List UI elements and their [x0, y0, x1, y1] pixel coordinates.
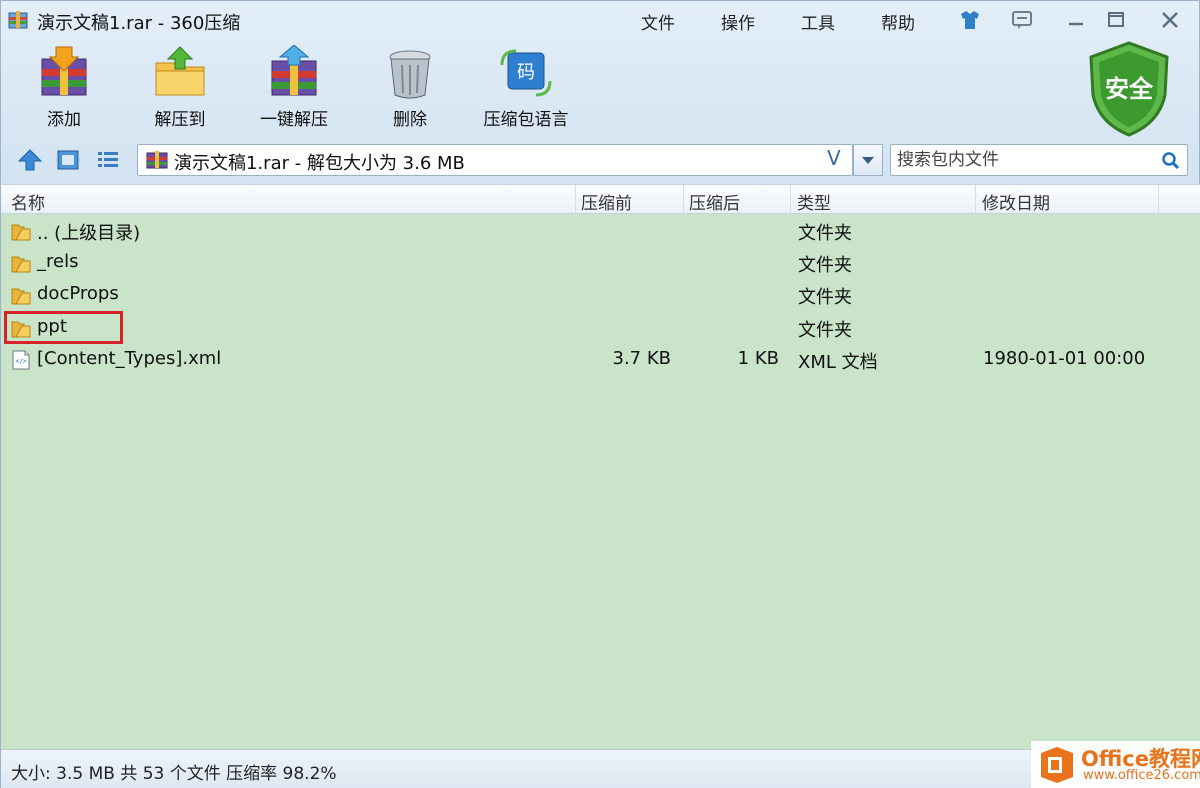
folder-icon: [11, 224, 31, 241]
list-view-icon[interactable]: [95, 147, 121, 173]
close-icon[interactable]: [1153, 7, 1187, 33]
delete-trash-icon: [389, 50, 431, 99]
item-type: 文件夹: [798, 223, 852, 244]
address-bar[interactable]: 演示文稿1.rar - 解包大小为 3.6 MB: [137, 144, 853, 176]
archive-language-icon: 码: [500, 49, 552, 97]
column-divider[interactable]: [683, 185, 684, 213]
column-header-before[interactable]: 压缩前: [581, 189, 632, 214]
search-box[interactable]: [890, 144, 1188, 176]
status-text: 大小: 3.5 MB 共 53 个文件 压缩率 98.2%: [11, 764, 337, 784]
chevron-down-icon: [862, 157, 874, 164]
list-header: 名称 压缩前 压缩后 类型 修改日期: [1, 184, 1200, 214]
extract-to-label: 解压到: [154, 110, 206, 130]
column-header-name[interactable]: 名称: [11, 189, 45, 214]
watermark: Office教程网 www.office26.com: [1031, 741, 1200, 788]
item-date: 1980-01-01 00:00: [983, 348, 1146, 369]
app-window: 演示文稿1.rar - 360压缩 文件 操作 工具 帮助 添加 解压到 一键解…: [0, 0, 1200, 788]
window-title: 演示文稿1.rar - 360压缩: [37, 13, 241, 34]
column-header-type[interactable]: 类型: [797, 189, 831, 214]
security-shield[interactable]: 安全: [1083, 39, 1175, 139]
delete-button[interactable]: 删除: [355, 45, 465, 135]
add-button-label: 添加: [47, 110, 81, 130]
list-item[interactable]: docProps 文件夹: [1, 279, 1200, 311]
menu-tools[interactable]: 工具: [801, 9, 835, 34]
search-input[interactable]: [897, 150, 1147, 170]
extract-to-button[interactable]: 解压到: [125, 45, 235, 135]
item-type: 文件夹: [798, 287, 852, 308]
title-bar: 演示文稿1.rar - 360压缩 文件 操作 工具 帮助: [1, 1, 1200, 39]
shield-label: 安全: [1105, 75, 1153, 103]
status-bar: 大小: 3.5 MB 共 53 个文件 压缩率 98.2%: [1, 749, 1200, 788]
one-click-extract-button[interactable]: 一键解压: [239, 45, 349, 135]
file-list: .. (上级目录) 文件夹 _rels 文件夹 docProps 文件夹 ppt…: [1, 214, 1200, 749]
item-name: docProps: [37, 283, 119, 304]
archive-app-icon: [8, 11, 28, 29]
address-path: 演示文稿1.rar - 解包大小为 3.6 MB: [174, 153, 465, 174]
column-header-date[interactable]: 修改日期: [982, 189, 1050, 214]
maximize-icon[interactable]: [1099, 7, 1133, 33]
svg-text:码: 码: [517, 62, 535, 83]
up-arrow-icon[interactable]: [17, 147, 43, 173]
item-compressed-size: 3.7 KB: [612, 348, 672, 369]
column-divider[interactable]: [790, 185, 791, 213]
list-item[interactable]: </> [Content_Types].xml 3.7 KB 1 KB XML …: [1, 344, 1200, 376]
archive-file-icon: [146, 151, 168, 169]
item-name: .. (上级目录): [37, 223, 141, 244]
column-header-after[interactable]: 压缩后: [689, 189, 740, 214]
address-v-glyph: V: [827, 146, 841, 170]
item-type: 文件夹: [798, 255, 852, 276]
xml-file-icon: </>: [12, 350, 30, 370]
one-click-extract-label: 一键解压: [260, 110, 328, 130]
delete-label: 删除: [393, 110, 427, 130]
search-icon[interactable]: [1161, 151, 1181, 171]
add-button[interactable]: 添加: [9, 45, 119, 135]
menu-file[interactable]: 文件: [641, 9, 675, 34]
watermark-url: www.office26.com: [1083, 768, 1200, 783]
item-name: _rels: [37, 251, 79, 272]
list-item[interactable]: _rels 文件夹: [1, 247, 1200, 279]
add-archive-icon: [41, 46, 87, 96]
svg-text:</>: </>: [15, 358, 27, 365]
item-name: [Content_Types].xml: [37, 348, 222, 369]
menu-operation[interactable]: 操作: [721, 9, 755, 34]
item-type: XML 文档: [798, 352, 878, 373]
extract-to-icon: [155, 46, 205, 96]
address-dropdown[interactable]: [853, 144, 883, 176]
folder-icon: [11, 288, 31, 305]
folder-icon: [11, 256, 31, 273]
feedback-icon[interactable]: [1009, 7, 1035, 33]
one-click-extract-icon: [271, 45, 317, 96]
column-divider[interactable]: [575, 185, 576, 213]
thumbnail-view-icon[interactable]: [55, 147, 81, 173]
item-packed-size: 1 KB: [737, 348, 779, 369]
list-item[interactable]: ppt 文件夹: [1, 312, 1200, 344]
menu-help[interactable]: 帮助: [881, 9, 915, 34]
folder-icon: [11, 321, 31, 338]
archive-language-label: 压缩包语言: [483, 110, 569, 130]
item-name: ppt: [37, 316, 67, 337]
item-type: 文件夹: [798, 320, 852, 341]
minimize-icon[interactable]: [1059, 7, 1093, 33]
column-divider[interactable]: [1158, 185, 1159, 213]
archive-language-button[interactable]: 码 压缩包语言: [471, 45, 581, 135]
column-divider[interactable]: [975, 185, 976, 213]
office-logo-icon: [1041, 747, 1073, 783]
skin-shirt-icon[interactable]: [957, 7, 983, 33]
list-item[interactable]: .. (上级目录) 文件夹: [1, 215, 1200, 247]
